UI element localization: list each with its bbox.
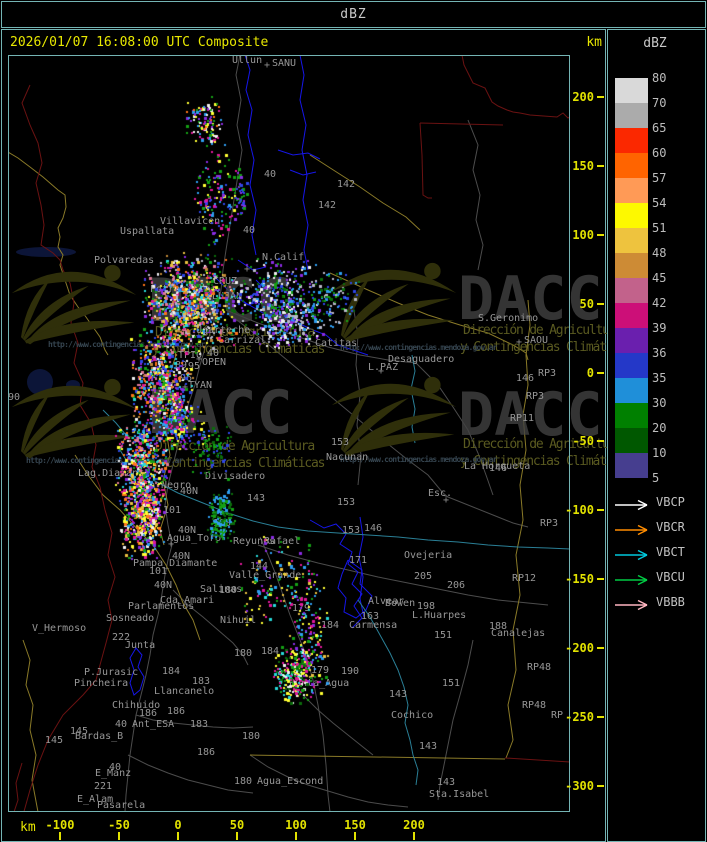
radar-site-label: VBCU [656, 570, 685, 584]
legend-swatch [615, 153, 648, 178]
x-axis-unit: km [20, 820, 36, 835]
legend-title: dBZ [643, 36, 667, 51]
legend-value-label: 54 [652, 196, 667, 210]
svg-text:Dirección de Agricultura: Dirección de Agricultura [463, 323, 607, 338]
radar-arrow-icon [613, 596, 657, 611]
y-tick-label: 200 [572, 90, 594, 104]
y-tick-mark [597, 372, 604, 374]
legend-swatch [615, 403, 648, 428]
legend-value-label: 10 [652, 446, 667, 460]
legend-swatch [615, 428, 648, 453]
title-bar: dBZ [1, 1, 706, 28]
legend-value-label: 36 [652, 346, 667, 360]
svg-text:http://www.contingencias.mendo: http://www.contingencias.mendoza.gov.ar [48, 339, 206, 349]
y-tick-label: -100 [565, 503, 594, 517]
rivers-blue [129, 55, 373, 696]
radar-site-label: VBCT [656, 545, 685, 559]
legend-value-label: 5 [652, 471, 660, 485]
radar-site-label: VBCP [656, 495, 685, 509]
y-tick-mark [597, 303, 604, 305]
radar-arrow-icon [613, 496, 657, 511]
legend-swatch [615, 278, 648, 303]
radar-arrow-icon [613, 521, 657, 536]
legend-value-label: 35 [652, 371, 667, 385]
legend-swatch [615, 453, 648, 478]
x-tick-mark [295, 832, 297, 840]
legend-swatch [615, 178, 648, 203]
y-tick-mark [597, 509, 604, 511]
radar-site-label: VBCR [656, 520, 685, 534]
dacc-watermark: DACC DACC DACC DACC Dirección de Agricul… [11, 262, 607, 471]
legend-value-label: 80 [652, 71, 667, 85]
y-tick-label: -200 [565, 641, 594, 655]
y-tick-label: 50 [579, 297, 594, 311]
legend-value-label: 65 [652, 121, 667, 135]
legend-swatch [615, 103, 648, 128]
svg-text:http://www.contingencias.mendo: http://www.contingencias.mendoza.gov.ar [26, 455, 184, 465]
x-tick-mark [177, 832, 179, 840]
legend-value-label: 45 [652, 271, 667, 285]
legend-swatch [615, 128, 648, 153]
x-tick-label: 50 [229, 818, 245, 832]
legend-swatch [615, 378, 648, 403]
legend-swatch [615, 253, 648, 278]
legend-swatch [615, 328, 648, 353]
y-tick-mark [597, 647, 604, 649]
y-tick-mark [597, 234, 604, 236]
legend-value-label: 42 [652, 296, 667, 310]
legend-value-label: 51 [652, 221, 667, 235]
y-tick-mark [597, 440, 604, 442]
y-tick-mark [597, 785, 604, 787]
x-tick-label: 150 [344, 818, 366, 832]
department-borders-tan [8, 151, 531, 812]
y-tick-label: -250 [565, 710, 594, 724]
x-tick-mark [59, 832, 61, 840]
x-tick-mark [236, 832, 238, 840]
x-tick-label: 100 [285, 818, 307, 832]
legend-value-label: 39 [652, 321, 667, 335]
x-tick-label: -100 [45, 818, 75, 832]
y-tick-label: 100 [572, 228, 594, 242]
y-tick-mark [597, 716, 604, 718]
legend-swatch [615, 203, 648, 228]
legend-swatch [615, 353, 648, 378]
legend-value-label: 60 [652, 146, 667, 160]
y-tick-mark [597, 165, 604, 167]
y-tick-label: 0 [586, 366, 594, 380]
radar-map-area: DACC DACC DACC DACC Dirección de Agricul… [8, 55, 607, 812]
map-vector-layer: DACC DACC DACC DACC Dirección de Agricul… [8, 55, 607, 812]
timestamp-text: 2026/01/07 16:08:00 UTC Composite [10, 35, 269, 50]
radar-arrow-icon [613, 571, 657, 586]
svg-text:DACC: DACC [148, 378, 293, 448]
y-tick-mark [597, 96, 604, 98]
y-tick-label: -50 [572, 434, 594, 448]
x-tick-label: -50 [108, 818, 130, 832]
svg-text:Dirección de Agricultura: Dirección de Agricultura [155, 439, 314, 454]
radar-arrow-icon [613, 546, 657, 561]
y-tick-mark [597, 578, 604, 580]
x-tick-mark [413, 832, 415, 840]
legend-swatch [615, 78, 648, 103]
radar-app-window: dBZ 2026/01/07 16:08:00 UTC Composite km… [0, 0, 707, 842]
legend-value-label: 48 [652, 246, 667, 260]
svg-text:Dirección de Agricultura: Dirección de Agricultura [155, 325, 314, 340]
x-tick-label: 200 [403, 818, 425, 832]
x-tick-label: 0 [174, 818, 182, 832]
svg-text:http://www.contingencias.mendo: http://www.contingencias.mendoza.gov.ar [340, 454, 498, 464]
legend-value-label: 20 [652, 421, 667, 435]
legend-value-label: 30 [652, 396, 667, 410]
legend-value-label: 70 [652, 96, 667, 110]
page-title: dBZ [340, 7, 367, 22]
legend-swatch [615, 228, 648, 253]
y-tick-label: -300 [565, 779, 594, 793]
x-tick-mark [118, 832, 120, 840]
legend-swatch [615, 303, 648, 328]
legend-value-label: 57 [652, 171, 667, 185]
x-tick-mark [354, 832, 356, 840]
svg-text:http://www.contingencias.mendo: http://www.contingencias.mendoza.gov.ar [340, 342, 498, 352]
y-tick-label: 150 [572, 159, 594, 173]
y-axis-unit: km [586, 35, 602, 50]
y-tick-label: -150 [565, 572, 594, 586]
radar-site-label: VBBB [656, 595, 685, 609]
